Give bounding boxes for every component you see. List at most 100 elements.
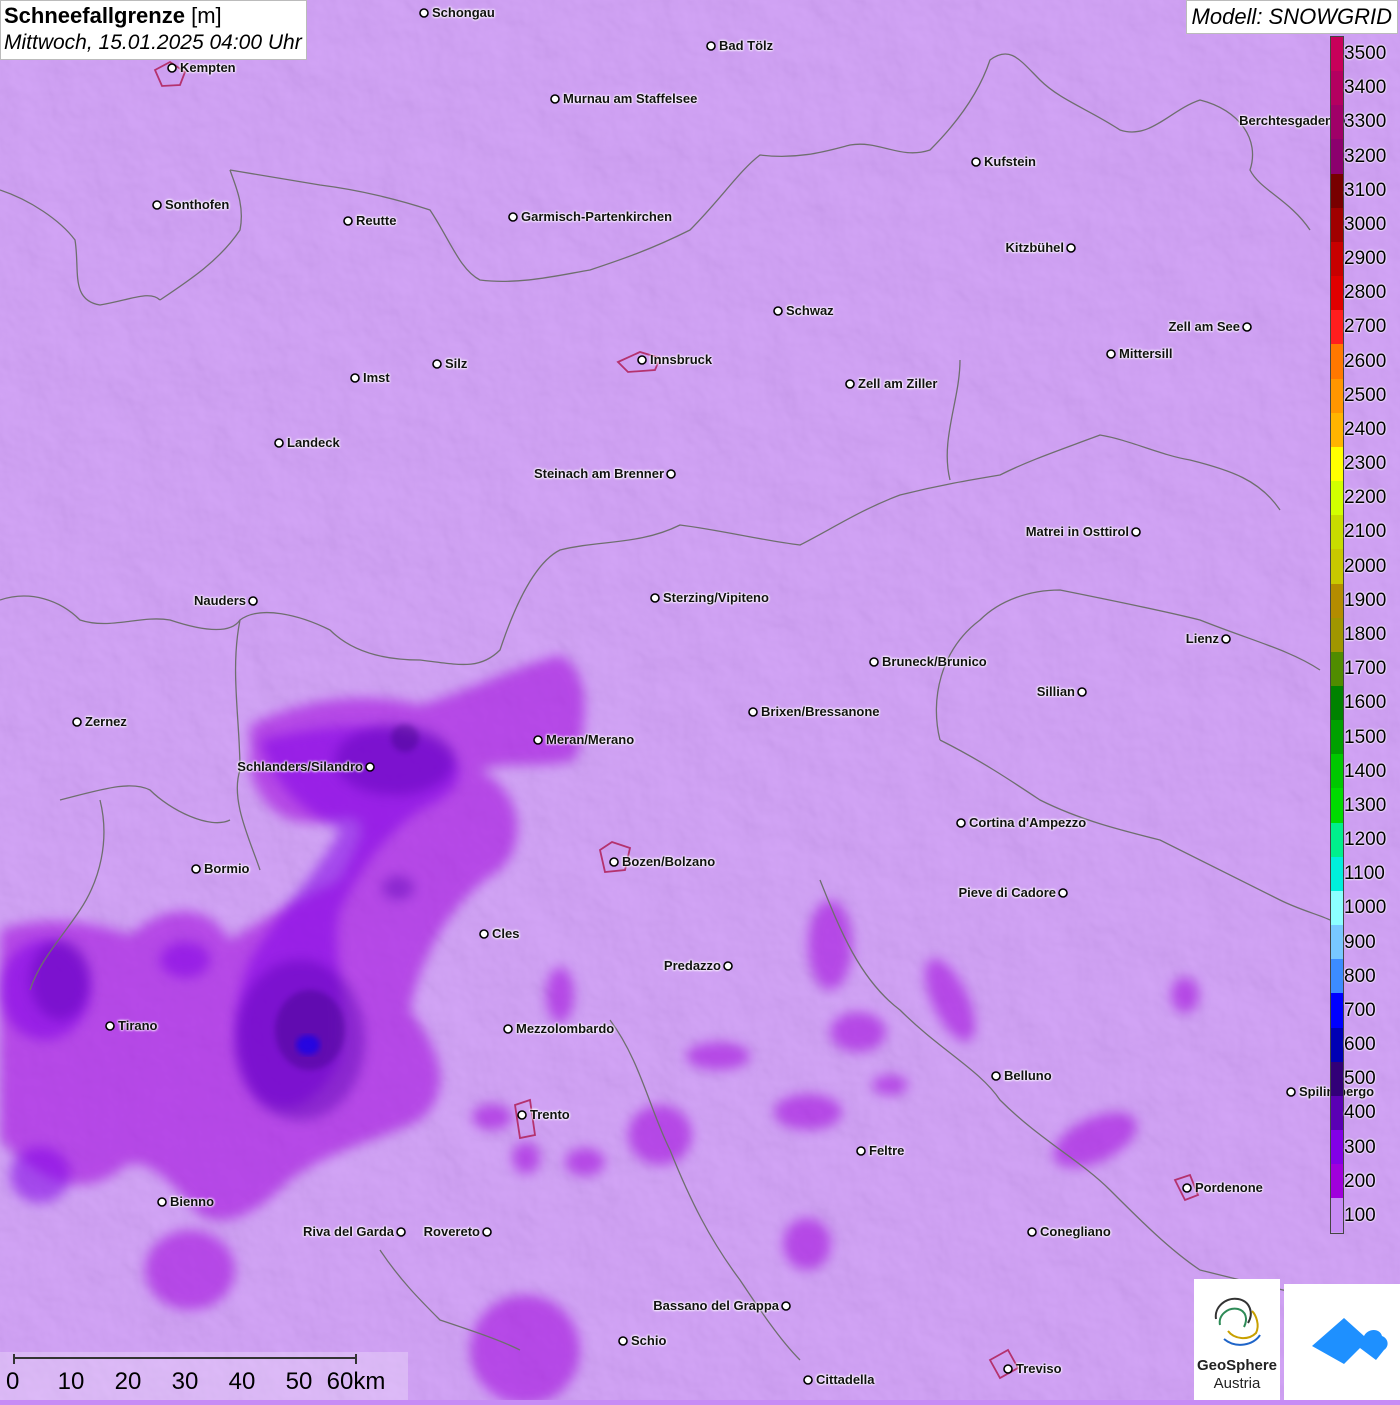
legend-label: 500: [1344, 1068, 1376, 1090]
legend-label: 300: [1344, 1136, 1376, 1158]
legend-label: 100: [1344, 1204, 1376, 1226]
city-label: Conegliano: [1040, 1224, 1111, 1239]
city-marker[interactable]: [550, 94, 560, 104]
city-label: Sonthofen: [165, 197, 230, 212]
city-label: Matrei in Osttirol: [1025, 524, 1129, 539]
city-marker[interactable]: [1027, 1227, 1037, 1237]
city-marker[interactable]: [1003, 1364, 1013, 1374]
city-label: Rovereto: [423, 1224, 480, 1239]
legend-label: 1800: [1344, 624, 1387, 645]
legend-label: 2200: [1344, 487, 1387, 509]
legend-label: 800: [1344, 965, 1376, 987]
city-marker[interactable]: [503, 1024, 513, 1034]
legend-swatch: [1331, 515, 1343, 550]
city-marker[interactable]: [845, 379, 855, 389]
city-marker[interactable]: [157, 1197, 167, 1207]
city-label: Berchtesgaden: [1239, 113, 1333, 128]
city-marker[interactable]: [869, 657, 879, 667]
city-marker[interactable]: [1058, 888, 1068, 898]
city-label: Garmisch-Partenkirchen: [521, 209, 673, 224]
city-label: Treviso: [1016, 1361, 1062, 1376]
legend-swatch: [1331, 617, 1343, 652]
city-marker[interactable]: [167, 63, 177, 73]
city-label: Landeck: [287, 435, 340, 450]
city-label: Feltre: [869, 1143, 905, 1158]
city-marker[interactable]: [637, 355, 647, 365]
city-marker[interactable]: [152, 200, 162, 210]
legend-swatch: [1331, 1130, 1343, 1165]
city-label: Mezzolombardo: [516, 1021, 615, 1036]
city-marker[interactable]: [1066, 243, 1076, 253]
city-marker[interactable]: [396, 1227, 406, 1237]
city-marker[interactable]: [1106, 349, 1116, 359]
legend-swatch: [1331, 890, 1343, 926]
city-marker[interactable]: [517, 1110, 527, 1120]
city-marker[interactable]: [365, 762, 375, 772]
city-label: Mittersill: [1119, 346, 1173, 361]
legend-label: 3500: [1344, 43, 1387, 65]
legend-swatch: [1331, 549, 1343, 584]
city-label: Pieve di Cadore: [958, 885, 1056, 900]
city-marker[interactable]: [419, 8, 429, 18]
city-marker[interactable]: [956, 818, 966, 828]
city-marker[interactable]: [350, 373, 360, 383]
city-label: Trento: [530, 1107, 570, 1122]
city-label: Cles: [492, 926, 520, 941]
legend-label: 2100: [1344, 521, 1387, 543]
city-marker[interactable]: [773, 306, 783, 316]
legend-swatch: [1331, 207, 1343, 242]
scale-label: 30: [171, 1368, 199, 1395]
city-label: Tirano: [118, 1018, 158, 1033]
legend-swatch: [1331, 1164, 1343, 1199]
city-marker[interactable]: [1182, 1183, 1192, 1193]
legend-swatch: [1331, 822, 1343, 857]
legend-swatch: [1331, 720, 1343, 755]
legend-swatch: [1331, 139, 1343, 174]
scale-label: 50: [285, 1368, 313, 1395]
city-marker[interactable]: [274, 438, 284, 448]
legend-swatch: [1331, 71, 1343, 106]
city-marker[interactable]: [609, 857, 619, 867]
legend-swatch: [1331, 788, 1343, 823]
legend-swatch: [1331, 754, 1343, 789]
legend-swatch: [1331, 1061, 1343, 1096]
legend-swatch: [1331, 344, 1343, 379]
color-legend-bar: [1330, 36, 1344, 1234]
city-marker[interactable]: [105, 1021, 115, 1031]
city-marker[interactable]: [748, 707, 758, 717]
city-marker[interactable]: [479, 929, 489, 939]
city-marker[interactable]: [432, 359, 442, 369]
city-marker[interactable]: [666, 469, 676, 479]
city-marker[interactable]: [343, 216, 353, 226]
legend-label: 3400: [1344, 77, 1387, 99]
city-marker[interactable]: [191, 864, 201, 874]
city-marker[interactable]: [650, 593, 660, 603]
city-marker[interactable]: [706, 41, 716, 51]
city-marker[interactable]: [1286, 1087, 1296, 1097]
city-marker[interactable]: [482, 1227, 492, 1237]
city-marker[interactable]: [508, 212, 518, 222]
legend-label: 2700: [1344, 316, 1387, 338]
city-marker[interactable]: [971, 157, 981, 167]
city-marker[interactable]: [991, 1071, 1001, 1081]
legend-label: 1400: [1344, 760, 1387, 782]
legend-label: 2900: [1344, 248, 1387, 270]
city-marker[interactable]: [781, 1301, 791, 1311]
city-label: Bormio: [204, 861, 250, 876]
city-marker[interactable]: [723, 961, 733, 971]
city-label: Predazzo: [663, 958, 721, 973]
city-label: Bozen/Bolzano: [622, 854, 716, 869]
city-marker[interactable]: [1131, 527, 1141, 537]
city-label: Steinach am Brenner: [533, 466, 664, 481]
city-marker[interactable]: [618, 1336, 628, 1346]
city-marker[interactable]: [533, 735, 543, 745]
city-marker[interactable]: [72, 717, 82, 727]
city-marker[interactable]: [1221, 634, 1231, 644]
city-marker[interactable]: [803, 1375, 813, 1385]
city-marker[interactable]: [1242, 322, 1252, 332]
city-label: Bassano del Grappa: [653, 1298, 779, 1313]
city-marker[interactable]: [1077, 687, 1087, 697]
city-marker[interactable]: [248, 596, 258, 606]
scale-label: 40: [228, 1368, 256, 1395]
city-marker[interactable]: [856, 1146, 866, 1156]
